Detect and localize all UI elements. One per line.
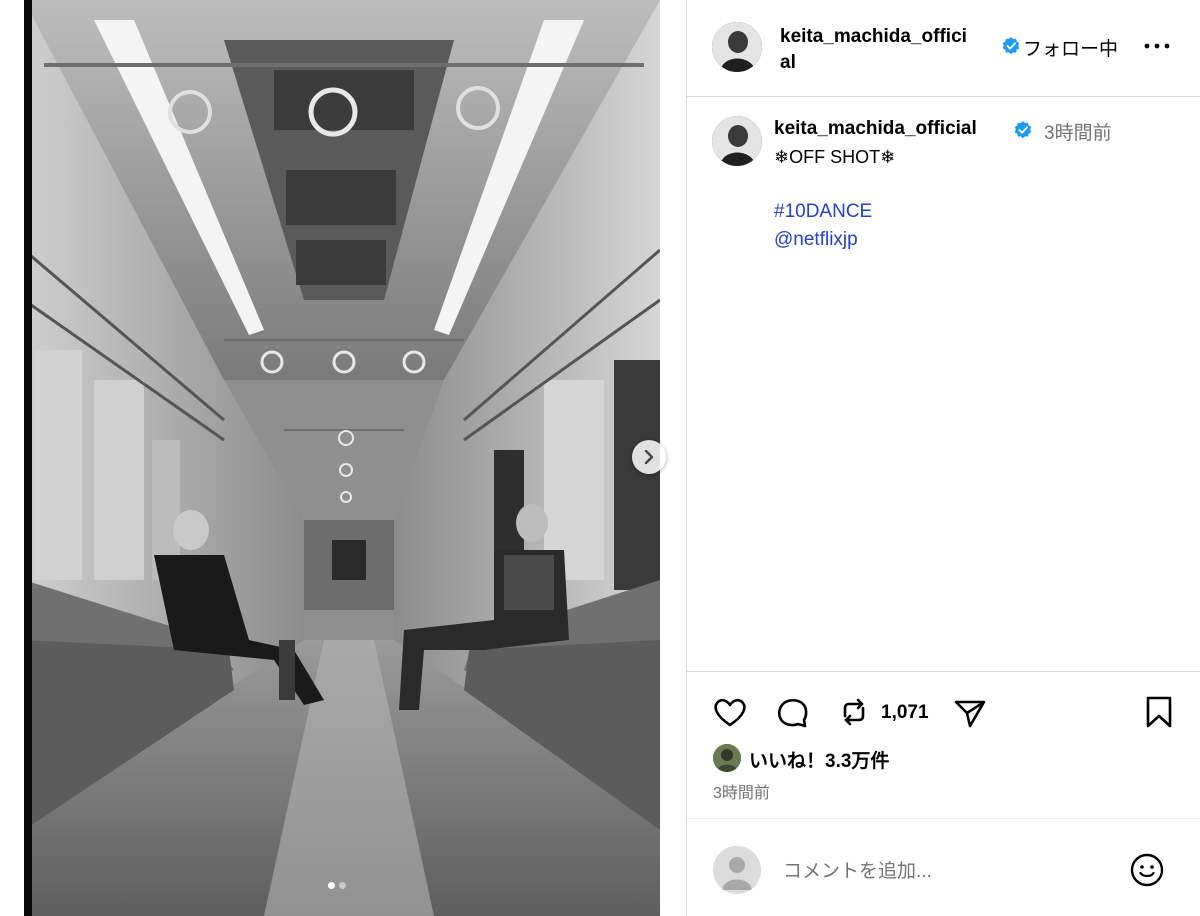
share-button[interactable]: [951, 694, 989, 730]
comment-bubble-icon: [777, 698, 808, 728]
heart-icon: [714, 698, 746, 727]
repost-count: 1,071: [881, 702, 929, 723]
verified-badge-icon: [1014, 121, 1032, 139]
carousel-next-button[interactable]: [632, 440, 666, 474]
liker-avatar[interactable]: [713, 744, 741, 772]
following-button[interactable]: フォロー中: [1023, 34, 1118, 61]
mention-link[interactable]: @netflixjp: [774, 229, 858, 251]
header-divider: [687, 96, 1200, 97]
like-button[interactable]: [711, 694, 749, 730]
repost-button[interactable]: [835, 694, 873, 730]
repost-icon: [843, 698, 865, 726]
bookmark-icon: [1146, 696, 1172, 728]
chevron-right-icon: [644, 450, 654, 464]
carousel-dot: [339, 882, 346, 889]
post-side-panel: keita_machida_offici al フォロー中 keita_mach…: [686, 0, 1200, 916]
emoji-button[interactable]: [1129, 852, 1165, 888]
verified-badge-icon: [1002, 37, 1020, 55]
more-horizontal-icon: [1144, 43, 1170, 49]
comment-button[interactable]: [773, 694, 811, 730]
more-options-button[interactable]: [1142, 34, 1172, 58]
caption-time[interactable]: 3時間前: [1044, 118, 1112, 145]
post-photo: [24, 0, 660, 916]
post-timestamp[interactable]: 3時間前: [713, 779, 770, 803]
likes-count[interactable]: いいね！3.3万件: [749, 746, 889, 773]
comment-divider: [687, 818, 1200, 819]
emoji-smile-icon: [1130, 853, 1164, 887]
caption-avatar[interactable]: [712, 116, 762, 166]
send-icon: [954, 700, 986, 728]
author-username-line1: keita_machida_offici: [780, 26, 967, 47]
caption-text: ❄OFF SHOT❄: [774, 147, 896, 167]
hashtag-link[interactable]: #10DANCE: [774, 201, 872, 223]
carousel-dot-active: [328, 882, 335, 889]
author-username-line2: al: [780, 52, 796, 73]
media-area: [0, 0, 686, 916]
carousel-dots: [328, 882, 346, 889]
caption-username[interactable]: keita_machida_official: [774, 118, 977, 140]
author-avatar[interactable]: [712, 22, 762, 72]
comment-input[interactable]: [781, 856, 1115, 888]
actions-divider: [687, 671, 1200, 672]
current-user-avatar: [713, 846, 761, 894]
save-button[interactable]: [1140, 694, 1178, 730]
author-username[interactable]: keita_machida_offici al: [780, 24, 998, 76]
